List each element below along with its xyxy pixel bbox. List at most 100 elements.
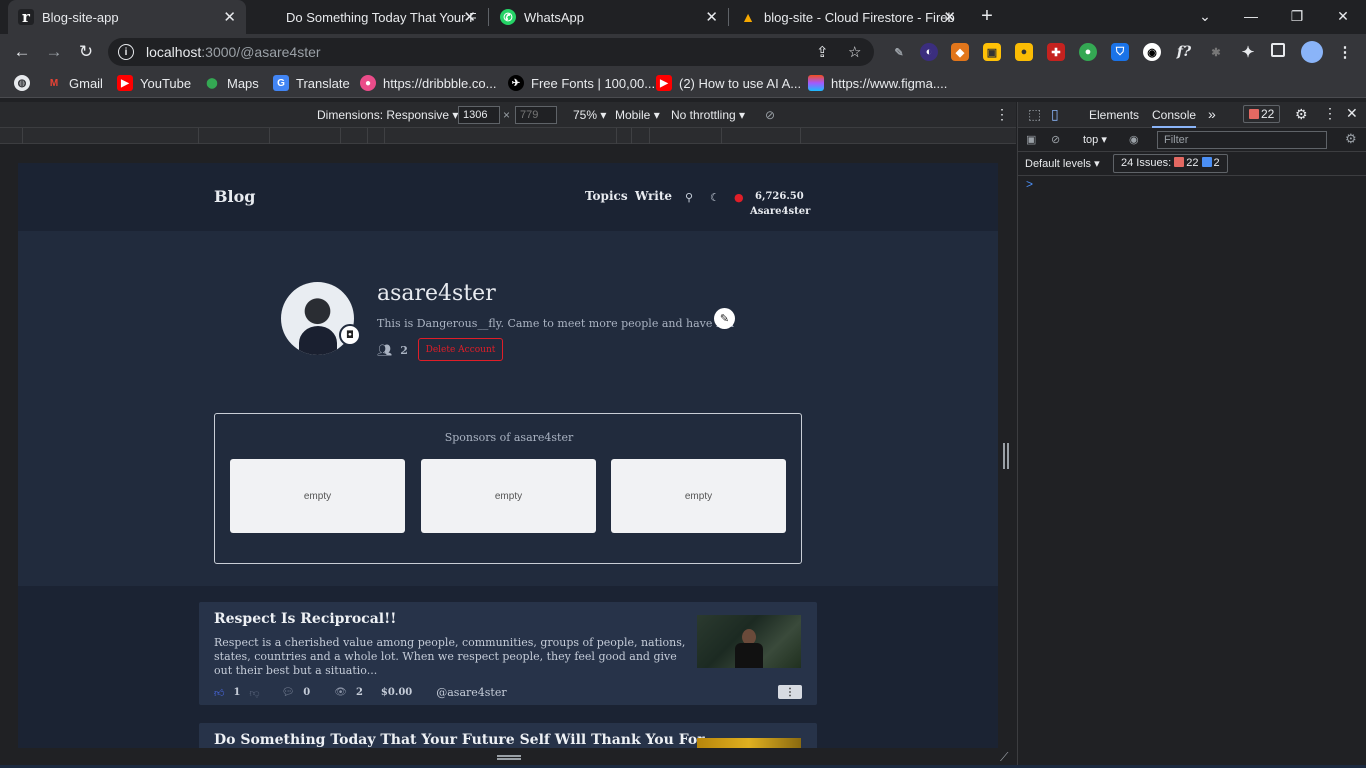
close-icon[interactable]: ✕ [943,8,956,26]
nav-write[interactable]: Write [635,189,672,203]
issues-button[interactable]: 24 Issues: 22 2 [1113,154,1228,173]
extension-icon[interactable]: ✚ [1047,43,1065,61]
context-selector[interactable]: top ▾ [1083,133,1107,146]
post-author[interactable]: @asare4ster [436,686,506,699]
apps-icon[interactable]: ◍ [14,75,37,91]
throttling-dropdown[interactable]: No throttling ▾ [671,108,745,122]
browser-tab-do-something[interactable]: Do Something Today That Your F ✕ [252,0,486,34]
menu-kebab-icon[interactable]: ⋮ [995,106,1009,123]
bottom-resize-handle[interactable] [497,755,521,760]
site-info-icon[interactable]: i [118,44,134,60]
thumbs-up-icon[interactable]: 👍︎ [214,687,224,699]
post-more-button[interactable]: ⋮ [778,685,802,699]
close-icon[interactable]: ✕ [223,8,236,26]
device-dropdown[interactable]: Mobile ▾ [615,108,660,122]
extension-icon[interactable]: ● [1015,43,1033,61]
bookmark-free-fonts[interactable]: ✈ Free Fonts | 100,00... [508,75,655,91]
post-title[interactable]: Do Something Today That Your Future Self… [214,732,713,748]
moon-icon[interactable]: ☾ [710,191,720,204]
eye-icon[interactable]: ◉ [1129,133,1139,146]
close-icon[interactable]: ✕ [1346,105,1358,122]
minimize-button[interactable]: — [1228,0,1274,32]
thumbs-down-icon[interactable]: 👎︎ [249,687,259,699]
post-card[interactable]: Respect Is Reciprocal!! Respect is a che… [199,602,817,705]
bookmark-dribbble[interactable]: ● https://dribbble.co... [360,75,496,91]
bookmark-figma[interactable]: https://www.figma.... [808,75,947,91]
back-button[interactable]: ← [8,38,36,66]
bookmark-translate[interactable]: G Translate [273,75,350,91]
edit-profile-button[interactable]: ✎ [714,308,735,329]
menu-kebab-icon[interactable]: ⋮ [1336,43,1354,61]
zoom-dropdown[interactable]: 75% ▾ [573,108,606,122]
sponsor-slot[interactable]: empty [611,459,786,533]
forward-button[interactable]: → [40,38,68,66]
sponsor-slot[interactable]: empty [421,459,596,533]
console-prompt[interactable]: > [1026,177,1033,191]
browser-tab-firestore[interactable]: ▲ blog-site - Cloud Firestore - Fireb ✕ [730,0,966,34]
extension-icon[interactable]: ◐ [920,43,938,61]
close-icon[interactable]: ✕ [705,8,718,26]
bookmark-youtube[interactable]: ▶ YouTube [117,75,191,91]
bookmark-youtube-ai[interactable]: ▶ (2) How to use AI A... [656,75,801,91]
site-header: Blog Topics Write ⚲ ☾ ● 6,726.50 Asare4s… [18,163,998,231]
inspect-icon[interactable]: ⬚ [1028,106,1041,123]
window-close-button[interactable]: ✕ [1320,0,1366,32]
bookmark-star-icon[interactable]: ☆ [848,43,861,61]
browser-tab-whatsapp[interactable]: ✆ WhatsApp ✕ [490,0,728,34]
extension-icon[interactable]: ✎ [890,43,908,61]
rotate-icon[interactable]: ⊘ [765,108,775,122]
bookmark-gmail[interactable]: M Gmail [46,75,103,91]
corner-resize-icon[interactable]: ⟋ [1000,750,1008,765]
browser-tab-blog-site-app[interactable]: r Blog-site-app ✕ [8,0,246,34]
clear-console-icon[interactable]: ⊘ [1051,133,1060,146]
settings-gear-icon[interactable]: ⚙ [1295,106,1308,123]
tab-elements[interactable]: Elements [1089,108,1139,122]
bug-icon[interactable]: ✱ [1207,43,1225,61]
sidebar-toggle-icon[interactable]: ▣ [1026,133,1036,146]
error-badge[interactable]: 22 [1243,105,1281,123]
followers-count[interactable]: 👥︎ 2 [377,343,408,357]
sponsor-slot[interactable]: empty [230,459,405,533]
restore-button[interactable]: ❐ [1274,0,1320,32]
device-toggle-icon[interactable]: ▯ [1051,106,1059,123]
extension-icon[interactable]: ▣ [983,43,1001,61]
formula-icon[interactable]: f? [1175,43,1193,61]
levels-dropdown[interactable]: Default levels ▾ [1025,157,1100,170]
dimensions-dropdown[interactable]: Dimensions: Responsive ▾ [317,108,458,122]
search-icon[interactable]: ⚲ [685,191,693,204]
post-card[interactable]: Do Something Today That Your Future Self… [199,723,817,748]
console-filter-input[interactable]: Filter [1157,131,1327,149]
header-username[interactable]: Asare4ster [750,206,810,217]
avatar[interactable] [1301,41,1323,63]
site-logo[interactable]: Blog [214,187,255,206]
post-thumbnail[interactable] [697,738,801,748]
metamask-icon[interactable]: ◆ [951,43,969,61]
bookmark-maps[interactable]: ⬤ Maps [204,75,258,91]
side-panel-icon[interactable] [1271,43,1285,57]
address-bar[interactable]: i localhost:3000/@asare4ster ⇪ ☆ [108,38,874,66]
height-input[interactable]: 779 [515,106,557,124]
resize-handle[interactable] [1003,443,1009,469]
comments-icon[interactable]: 💬︎ [282,687,295,698]
extension-icon[interactable]: ● [1079,43,1097,61]
nav-topics[interactable]: Topics [585,189,628,203]
eye-icon[interactable]: ◉ [1143,43,1161,61]
new-tab-button[interactable]: + [972,0,1002,32]
notification-bell-icon[interactable]: ● [734,191,744,204]
tab-console[interactable]: Console [1152,108,1197,128]
more-tabs-icon[interactable]: » [1208,106,1216,122]
tab-search-chevron-icon[interactable]: ⌄ [1182,0,1228,32]
url-text[interactable]: localhost:3000/@asare4ster [146,44,321,60]
settings-gear-icon[interactable]: ⚙ [1345,131,1357,147]
puzzle-icon[interactable]: ✦ [1239,43,1257,61]
width-input[interactable]: 1306 [458,106,500,124]
delete-account-button[interactable]: Delete Account [418,338,503,361]
reload-button[interactable]: ↻ [72,38,100,66]
close-icon[interactable]: ✕ [463,8,476,26]
post-title[interactable]: Respect Is Reciprocal!! [214,611,396,627]
share-icon[interactable]: ⇪ [816,43,829,61]
camera-icon[interactable]: ◘ [339,324,361,346]
post-thumbnail[interactable] [697,615,801,668]
menu-kebab-icon[interactable]: ⋮ [1323,105,1337,122]
shield-icon[interactable]: ⛉ [1111,43,1129,61]
